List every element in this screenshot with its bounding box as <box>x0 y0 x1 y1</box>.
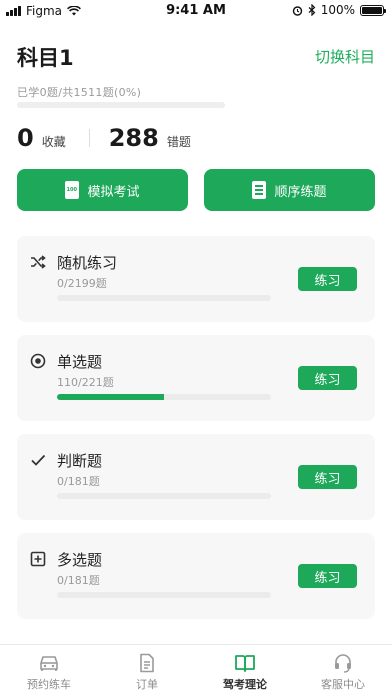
card-progress-bar <box>57 394 271 400</box>
tab-book-practice[interactable]: 预约练车 <box>0 645 98 696</box>
bottom-tab-bar: 预约练车 订单 驾考理论 客服中心 <box>0 644 392 696</box>
practice-card-multiple-choice: 多选题 0/181题 练习 <box>17 533 375 619</box>
practice-card-true-false: 判断题 0/181题 练习 <box>17 434 375 520</box>
study-progress-text: 已学0题/共1511题(0%) <box>17 86 142 99</box>
mock-exam-button[interactable]: 模拟考试 <box>17 169 188 211</box>
mock-exam-label: 模拟考试 <box>87 184 140 200</box>
card-progress-bar <box>57 295 271 301</box>
practice-button-single-choice[interactable]: 练习 <box>298 366 357 390</box>
favorites-count: 0 <box>17 124 34 152</box>
check-icon <box>29 451 47 469</box>
tab-orders[interactable]: 订单 <box>98 645 196 696</box>
tab-label: 预约练车 <box>27 678 71 691</box>
alarm-icon <box>292 5 302 16</box>
card-progress-bar <box>57 592 271 598</box>
status-bar-right: 100% <box>292 3 386 17</box>
headset-icon <box>335 654 351 673</box>
tab-customer-service[interactable]: 客服中心 <box>294 645 392 696</box>
card-progress-bar <box>57 493 271 499</box>
card-count: 0/181题 <box>57 574 100 587</box>
practice-card-random: 随机练习 0/2199题 练习 <box>17 236 375 322</box>
mistakes-label: 错题 <box>166 135 191 149</box>
tab-label: 驾考理论 <box>223 678 267 691</box>
sequential-practice-label: 顺序练题 <box>274 184 327 200</box>
practice-button-true-false[interactable]: 练习 <box>298 465 357 489</box>
document-icon <box>140 653 154 673</box>
exam-paper-icon <box>65 181 80 199</box>
card-count: 0/181题 <box>57 475 100 488</box>
card-progress-fill <box>57 394 164 400</box>
car-icon <box>40 656 58 671</box>
shuffle-icon <box>29 253 47 271</box>
card-title: 单选题 <box>57 353 103 371</box>
mistakes-count: 288 <box>108 124 159 152</box>
bluetooth-icon <box>308 4 316 16</box>
battery-icon <box>360 4 386 16</box>
stats-row: 0 收藏 288 错题 <box>17 124 191 152</box>
card-title: 判断题 <box>57 452 103 470</box>
card-title: 多选题 <box>57 551 103 569</box>
study-progress-bar <box>17 102 225 108</box>
switch-subject-link[interactable]: 切换科目 <box>315 46 375 67</box>
practice-button-multiple-choice[interactable]: 练习 <box>298 564 357 588</box>
card-title: 随机练习 <box>57 254 118 272</box>
favorites-label: 收藏 <box>41 135 66 149</box>
practice-card-single-choice: 单选题 110/221题 练习 <box>17 335 375 421</box>
sequential-practice-button[interactable]: 顺序练题 <box>204 169 375 211</box>
favorites-stat[interactable]: 0 收藏 <box>17 124 66 152</box>
practice-button-random[interactable]: 练习 <box>298 267 357 291</box>
mistakes-stat[interactable]: 288 错题 <box>109 124 191 152</box>
card-count: 110/221题 <box>57 376 114 389</box>
plus-box-icon <box>29 550 47 568</box>
battery-percent: 100% <box>320 3 355 17</box>
tab-label: 客服中心 <box>321 678 365 691</box>
tab-label: 订单 <box>136 678 158 691</box>
list-document-icon <box>252 181 267 199</box>
book-icon <box>235 655 255 672</box>
radio-icon <box>29 352 47 370</box>
card-count: 0/2199题 <box>57 277 107 290</box>
page-title: 科目1 <box>17 46 74 70</box>
stats-divider <box>88 129 90 147</box>
tab-driving-theory[interactable]: 驾考理论 <box>196 645 294 696</box>
status-bar: Figma 9:41 AM 100% <box>0 0 392 22</box>
